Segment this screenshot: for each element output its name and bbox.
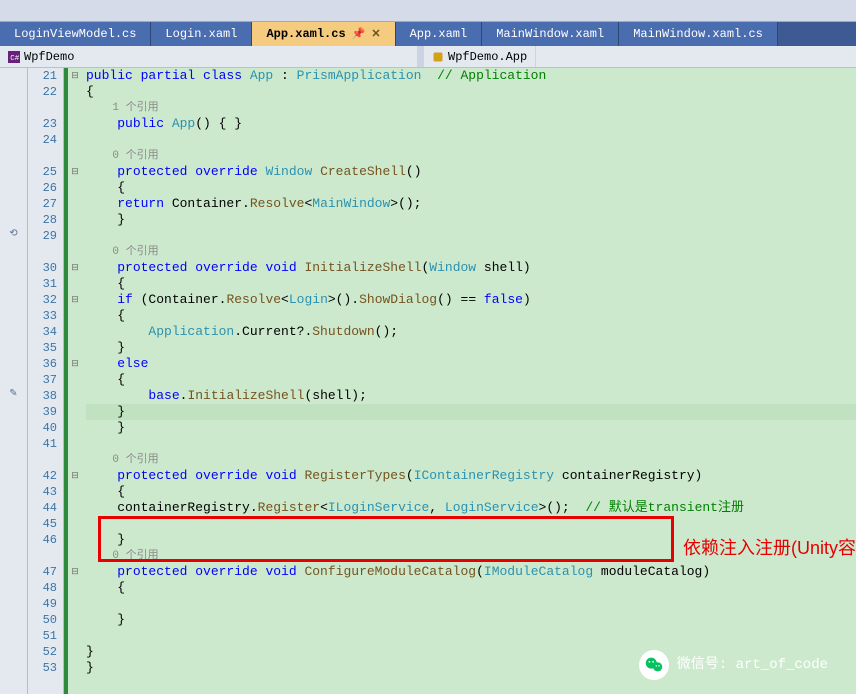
tab-appxaml[interactable]: App.xaml xyxy=(396,22,483,46)
wechat-icon xyxy=(639,650,669,680)
top-toolbar xyxy=(0,0,856,22)
breadcrumb-class[interactable]: WpfDemo.App xyxy=(424,46,536,67)
highlight-box xyxy=(98,516,674,562)
tab-mainwindowxaml[interactable]: MainWindow.xaml xyxy=(482,22,619,46)
tab-loginxaml[interactable]: Login.xaml xyxy=(151,22,252,46)
tab-mainwindowxamlcs[interactable]: MainWindow.xaml.cs xyxy=(619,22,778,46)
class-icon xyxy=(432,51,444,63)
pin-icon[interactable]: 📌 xyxy=(352,27,366,41)
outlining-margin: ⊟⊟⊟⊟⊟⊟⊟ xyxy=(64,68,82,694)
annotation-text: 依赖注入注册(Unity容器) xyxy=(683,540,856,556)
tab-appxamlcs[interactable]: App.xaml.cs 📌 ✕ xyxy=(252,22,395,46)
line-number-gutter: 2122232425262728293031323334353637383940… xyxy=(28,68,64,694)
csharp-icon: C# xyxy=(8,51,20,63)
document-tabs: LoginViewModel.cs Login.xaml App.xaml.cs… xyxy=(0,22,856,46)
wechat-badge: 微信号: art_of_code xyxy=(639,650,828,680)
breadcrumb-project[interactable]: C# WpfDemo xyxy=(0,46,418,67)
close-icon[interactable]: ✕ xyxy=(371,27,380,41)
code-editor: ⟲ ✎ 212223242526272829303132333435363738… xyxy=(0,68,856,694)
code-area[interactable]: public partial class App : PrismApplicat… xyxy=(82,68,856,694)
tab-loginviewmodel[interactable]: LoginViewModel.cs xyxy=(0,22,151,46)
indicator-margin: ⟲ ✎ xyxy=(0,68,28,694)
breadcrumb: C# WpfDemo WpfDemo.App xyxy=(0,46,856,68)
svg-text:C#: C# xyxy=(10,55,20,63)
